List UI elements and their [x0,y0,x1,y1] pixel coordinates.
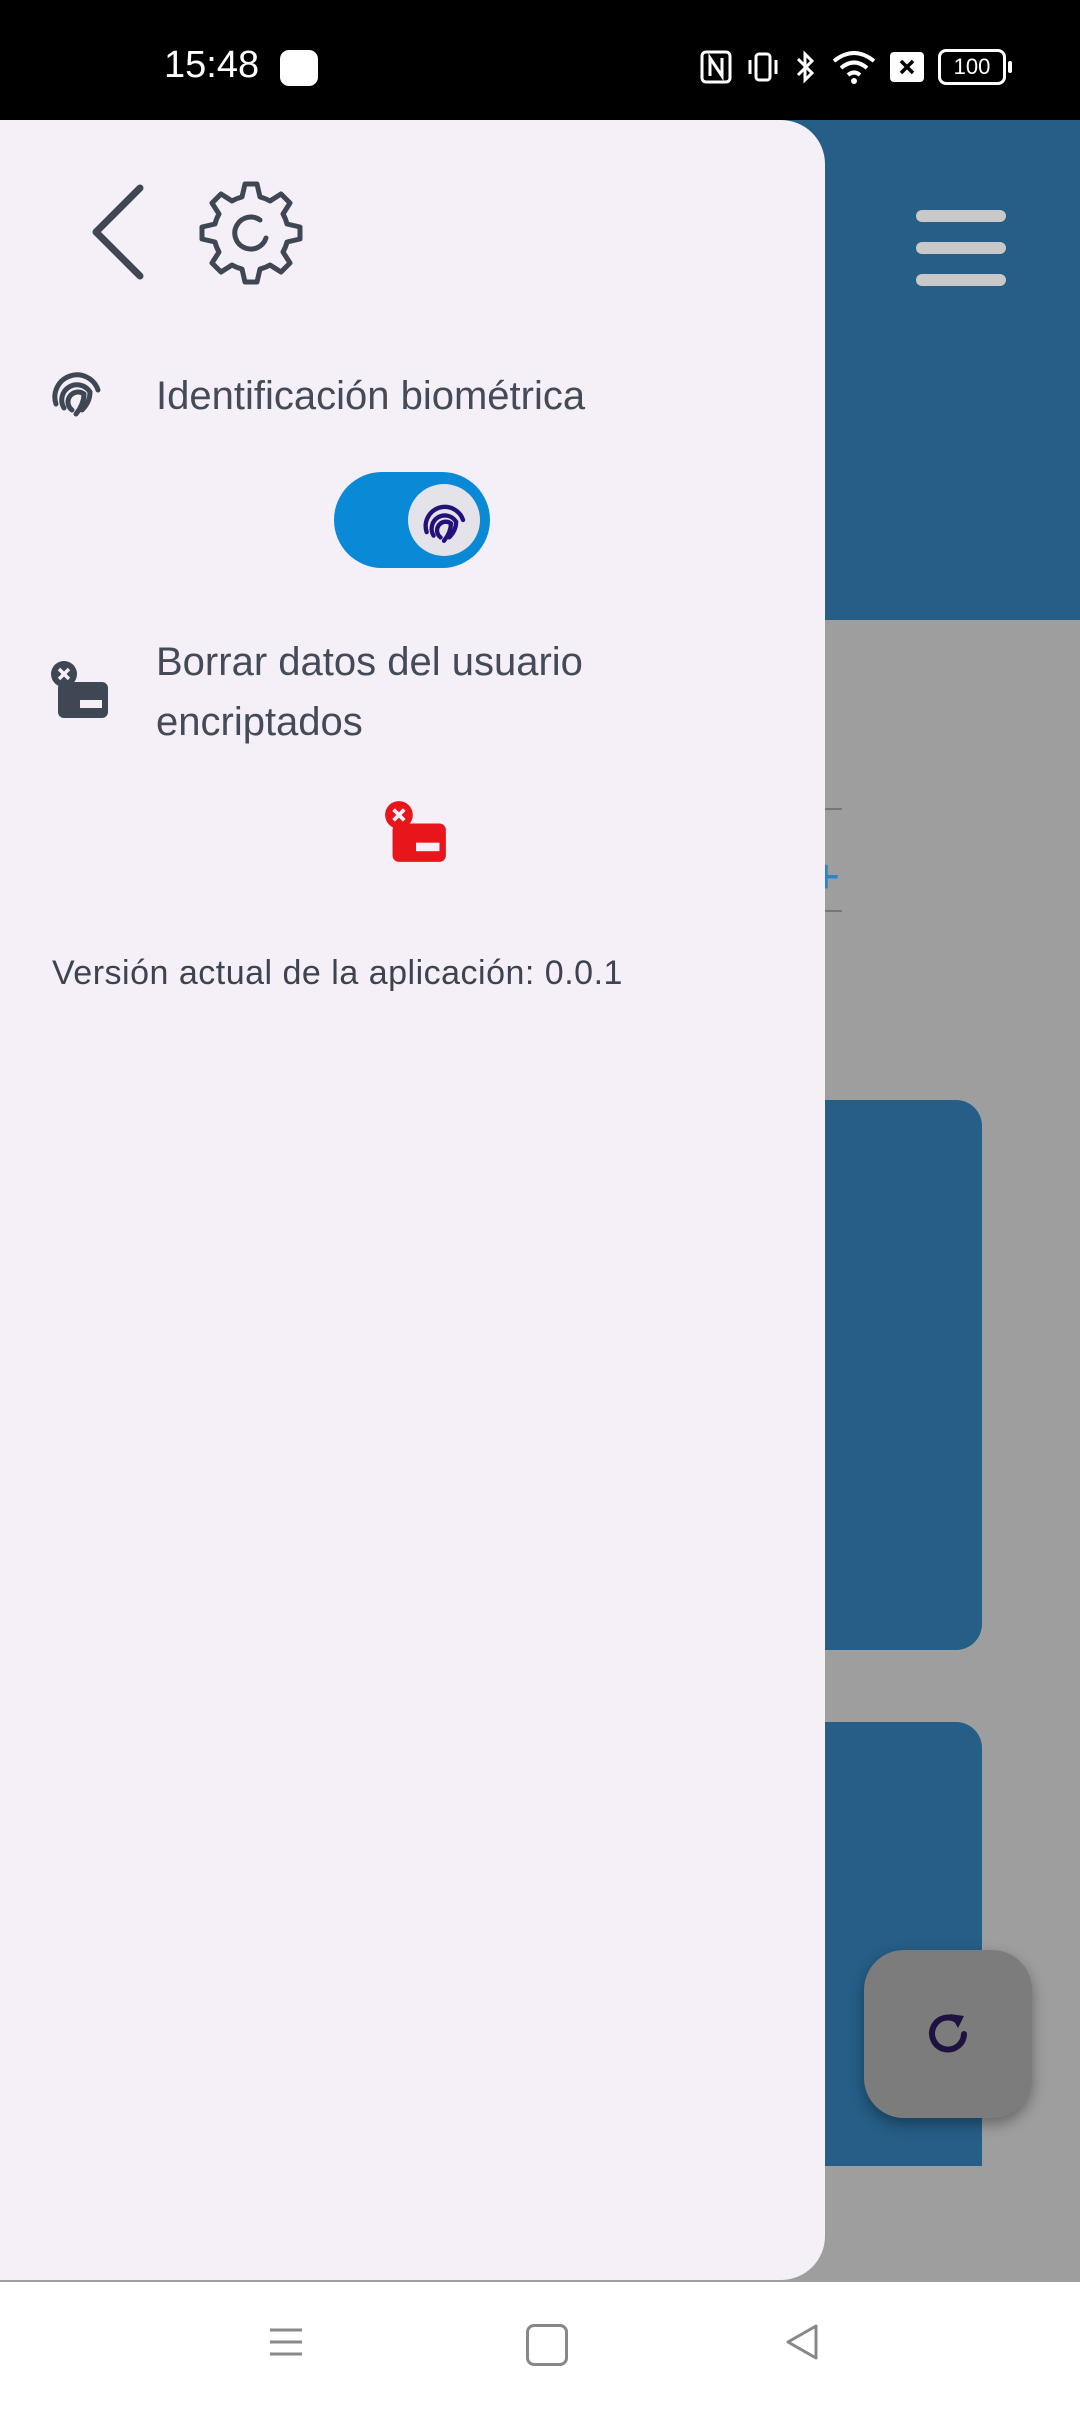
hamburger-menu-icon[interactable] [916,210,1006,286]
biometric-label: Identificación biométrica [156,374,586,418]
fingerprint-icon [52,372,101,417]
app-version-text: Versión actual de la aplicación: 0.0.1 [52,954,623,992]
gear-icon [199,181,303,285]
bluetooth-icon [796,50,815,84]
refresh-icon [929,2014,967,2053]
wifi-icon [832,51,876,84]
erase-data-label: Borrar datos del usuario encriptados [156,640,583,744]
home-icon[interactable] [526,2324,568,2366]
back-button[interactable] [82,182,154,282]
biometric-toggle[interactable] [334,472,490,568]
erase-encrypted-data-icon [385,801,446,862]
refresh-button[interactable] [864,1950,1032,2118]
system-navigation-bar [0,2282,1080,2412]
status-time: 15:48 [164,44,260,86]
nfc-icon [700,50,732,84]
erase-encrypted-data-icon [51,661,108,718]
fingerprint-icon [423,504,466,543]
erase-data-button[interactable] [384,800,448,864]
back-triangle-icon[interactable] [782,2322,822,2362]
toggle-knob [408,484,480,556]
chevron-left-icon [92,184,144,280]
vibrate-icon [748,52,778,82]
sim-off-icon [890,52,924,82]
notification-app-icon [280,50,318,86]
status-icons: 100 [700,46,1012,88]
recent-apps-icon[interactable] [266,2322,306,2362]
battery-indicator: 100 [938,49,1012,85]
settings-drawer: Identificación biométrica Borrar datos d… [0,120,825,2280]
status-bar: 15:48 100 [0,0,1080,120]
